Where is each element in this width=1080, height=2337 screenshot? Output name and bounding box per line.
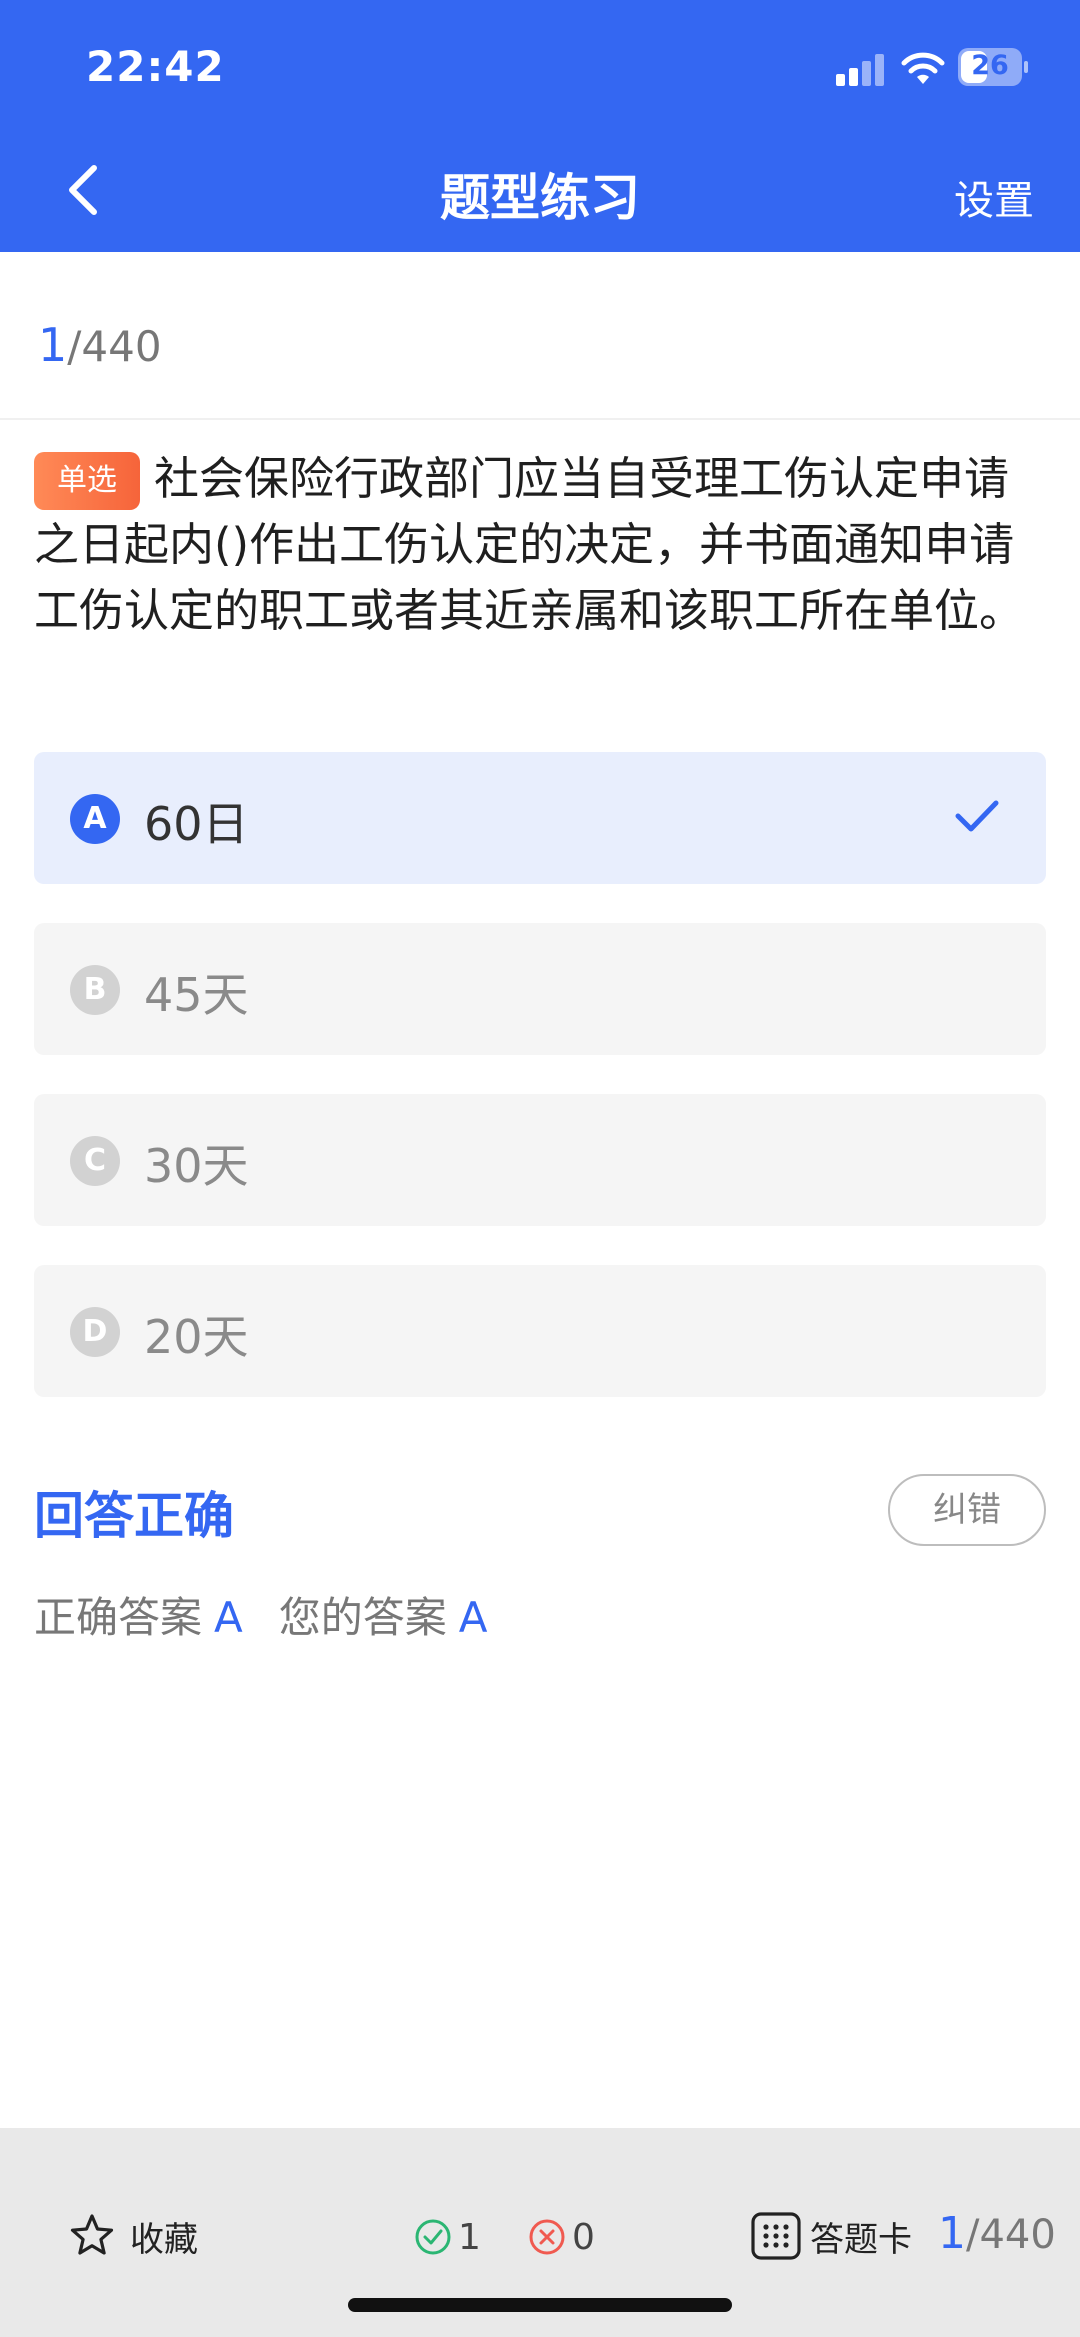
option-letter-badge: D bbox=[70, 1307, 120, 1357]
answer-summary: 正确答案 A 您的答案 A bbox=[34, 1584, 488, 1645]
question-text: 单选 社会保险行政部门应当自受理工伤认定申请之日起内()作出工伤认定的决定，并书面… bbox=[34, 446, 1044, 644]
result-title: 回答正确 bbox=[34, 1487, 234, 1545]
option-letter-badge: C bbox=[70, 1136, 120, 1186]
grid-icon bbox=[751, 2212, 801, 2260]
correct-count: 1 bbox=[414, 2212, 481, 2262]
divider bbox=[0, 418, 1080, 420]
status-time: 22:42 bbox=[86, 42, 225, 91]
question-type-tag: 单选 bbox=[34, 452, 140, 510]
battery-level: 26 bbox=[971, 50, 1009, 81]
option-letter-badge: B bbox=[70, 965, 120, 1015]
bottom-progress-total: /440 bbox=[966, 2212, 1056, 2258]
report-error-button[interactable]: 纠错 bbox=[888, 1474, 1046, 1546]
battery-icon: 26 bbox=[958, 48, 1028, 86]
bottom-progress-current: 1 bbox=[938, 2208, 966, 2259]
option-b[interactable]: B 45天 bbox=[34, 923, 1046, 1055]
option-text: 30天 bbox=[144, 1139, 249, 1193]
answer-card-label: 答题卡 bbox=[810, 2219, 912, 2260]
correct-count-value: 1 bbox=[458, 2216, 481, 2258]
correct-answer-label: 正确答案 bbox=[34, 1593, 203, 1642]
settings-button[interactable]: 设置 bbox=[954, 168, 1034, 226]
question-body: 社会保险行政部门应当自受理工伤认定申请之日起内()作出工伤认定的决定，并书面通知… bbox=[34, 452, 1025, 637]
favorite-button[interactable]: 收藏 bbox=[68, 2208, 198, 2264]
wrong-count: 0 bbox=[528, 2212, 595, 2262]
your-answer-value: A bbox=[458, 1593, 488, 1642]
wifi-icon bbox=[901, 52, 945, 84]
home-indicator[interactable] bbox=[348, 2298, 732, 2312]
option-text: 20天 bbox=[144, 1310, 249, 1364]
option-text: 60日 bbox=[144, 797, 249, 851]
answer-card-button[interactable]: 答题卡 bbox=[750, 2208, 912, 2264]
option-text: 45天 bbox=[144, 968, 249, 1022]
progress-total: /440 bbox=[67, 322, 162, 371]
progress-current: 1 bbox=[38, 318, 68, 372]
star-icon bbox=[70, 2214, 114, 2255]
option-a[interactable]: A 60日 bbox=[34, 752, 1046, 884]
option-d[interactable]: D 20天 bbox=[34, 1265, 1046, 1397]
bottom-progress: 1/440 bbox=[938, 2208, 1056, 2259]
your-answer-label: 您的答案 bbox=[278, 1593, 447, 1642]
x-circle-icon bbox=[529, 2219, 565, 2255]
favorite-label: 收藏 bbox=[130, 2219, 198, 2260]
wrong-count-value: 0 bbox=[572, 2216, 595, 2258]
correct-answer-value: A bbox=[214, 1593, 243, 1642]
question-progress: 1/440 bbox=[38, 318, 162, 372]
check-circle-icon bbox=[415, 2219, 451, 2255]
check-icon bbox=[955, 800, 999, 832]
option-c[interactable]: C 30天 bbox=[34, 1094, 1046, 1226]
page-title: 题型练习 bbox=[440, 169, 640, 227]
signal-icon bbox=[836, 54, 884, 86]
option-letter-badge: A bbox=[70, 794, 120, 844]
app-header: 22:42 26 题型练习 设置 bbox=[0, 0, 1080, 252]
